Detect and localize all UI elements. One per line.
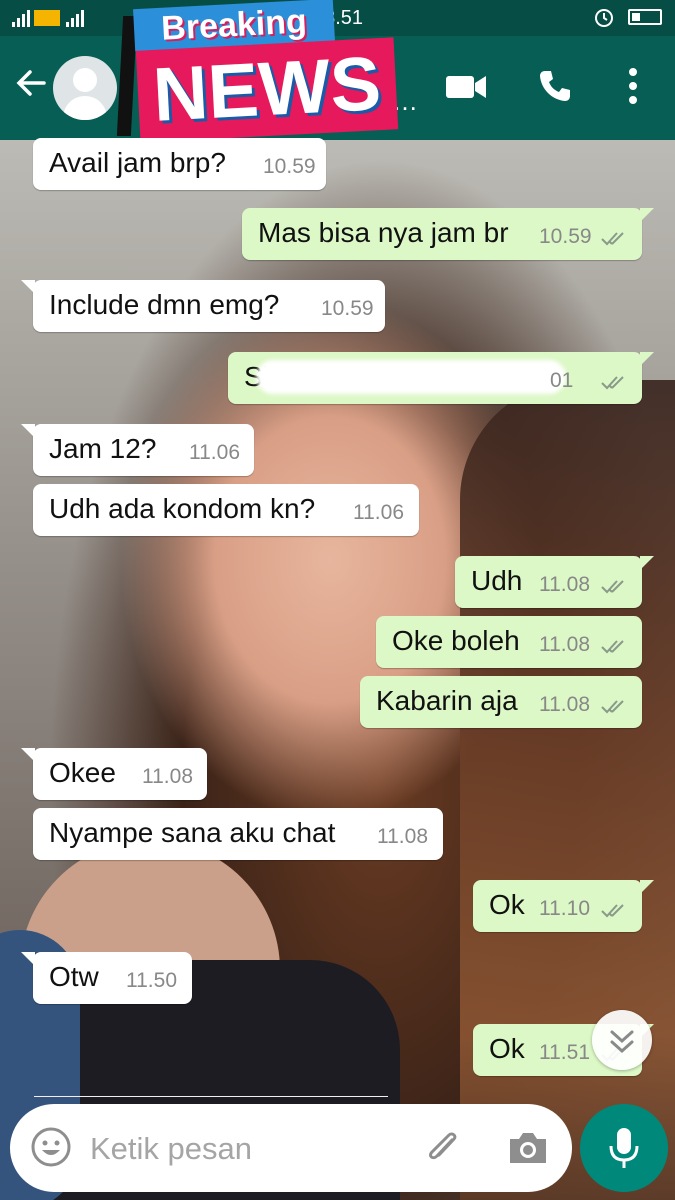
video-call-icon[interactable] — [444, 72, 488, 102]
message-time: 11.08 — [539, 693, 590, 716]
message-input[interactable]: Ketik pesan — [90, 1131, 252, 1167]
double-check-icon — [601, 376, 624, 390]
message-time: 10.59 — [321, 297, 374, 320]
message-time: 11.51 — [539, 1041, 590, 1064]
incoming-message[interactable]: Include dmn emg? 10.59 — [21, 280, 385, 332]
outgoing-message[interactable]: Oke boleh 11.08 — [376, 616, 642, 668]
double-check-icon — [601, 640, 624, 654]
message-text: Nyampe sana aku chat — [49, 817, 336, 848]
message-text: Oke boleh — [392, 625, 520, 656]
message-time: 01 — [550, 369, 574, 392]
message-text: Include dmn emg? — [49, 289, 280, 320]
overlay-line-2: NEWS — [135, 37, 399, 143]
outgoing-message[interactable]: Kabarin aja 11.08 — [360, 676, 642, 728]
contact-avatar[interactable] — [53, 56, 117, 120]
outgoing-message[interactable]: Si01 — [228, 352, 654, 404]
outgoing-message[interactable]: Ok 11.10 — [473, 880, 654, 932]
outgoing-message[interactable]: Udh 11.08 — [455, 556, 654, 608]
breaking-news-overlay: Breaking NEWS — [116, 0, 399, 143]
outgoing-message[interactable]: Mas bisa nya jam br 10.59 — [242, 208, 654, 260]
microphone-icon — [609, 1128, 639, 1168]
more-vert-icon[interactable] — [623, 66, 643, 106]
input-divider — [34, 1096, 388, 1097]
voice-record-button[interactable] — [580, 1104, 668, 1192]
paperclip-icon[interactable] — [422, 1126, 464, 1170]
double-check-icon — [601, 232, 624, 246]
incoming-message[interactable]: Nyampe sana aku chat 11.08 — [33, 808, 443, 860]
camera-icon[interactable] — [506, 1129, 550, 1167]
message-text: Ok — [489, 889, 525, 920]
scroll-to-bottom-button[interactable] — [592, 1010, 652, 1070]
message-time: 11.10 — [539, 897, 590, 920]
message-composer: Ketik pesan — [10, 1104, 572, 1192]
incoming-message[interactable]: Jam 12? 11.06 — [21, 424, 254, 476]
message-time: 10.59 — [263, 155, 316, 178]
message-time: 10.59 — [539, 225, 592, 248]
signal-icon — [12, 10, 84, 27]
message-text: Kabarin aja — [376, 685, 518, 716]
alarm-icon — [595, 9, 613, 27]
double-check-icon — [601, 700, 624, 714]
message-text: Mas bisa nya jam br — [258, 217, 509, 248]
double-chevron-down-icon — [610, 1030, 634, 1054]
incoming-message[interactable]: Udh ada kondom kn? 11.06 — [33, 484, 419, 536]
incoming-message[interactable]: Okee 11.08 — [21, 748, 207, 800]
incoming-message[interactable]: Otw 11.50 — [21, 952, 192, 1004]
message-time: 11.08 — [539, 573, 590, 596]
redaction-blur — [256, 360, 566, 394]
phone-icon[interactable] — [537, 68, 573, 104]
battery-icon — [628, 9, 662, 25]
message-time: 11.06 — [189, 441, 240, 464]
message-text: Okee — [49, 757, 116, 788]
wallpaper-hair — [460, 380, 675, 1200]
message-text: Avail jam brp? — [49, 147, 226, 178]
message-time: 11.06 — [353, 501, 404, 524]
message-time: 11.08 — [539, 633, 590, 656]
message-time: 11.08 — [377, 825, 428, 848]
emoji-icon[interactable] — [30, 1126, 72, 1168]
arrow-left-icon[interactable] — [14, 66, 48, 100]
message-text: Udh — [471, 565, 523, 596]
incoming-message[interactable]: Avail jam brp? 10.59 — [33, 138, 326, 190]
double-check-icon — [601, 904, 624, 918]
message-time: 11.50 — [126, 969, 177, 992]
message-text: Otw — [49, 961, 99, 992]
message-text: Udh ada kondom kn? — [49, 493, 316, 524]
message-text: Jam 12? — [49, 433, 157, 464]
message-time: 11.08 — [142, 765, 193, 788]
double-check-icon — [601, 580, 624, 594]
message-text: Ok — [489, 1033, 525, 1064]
